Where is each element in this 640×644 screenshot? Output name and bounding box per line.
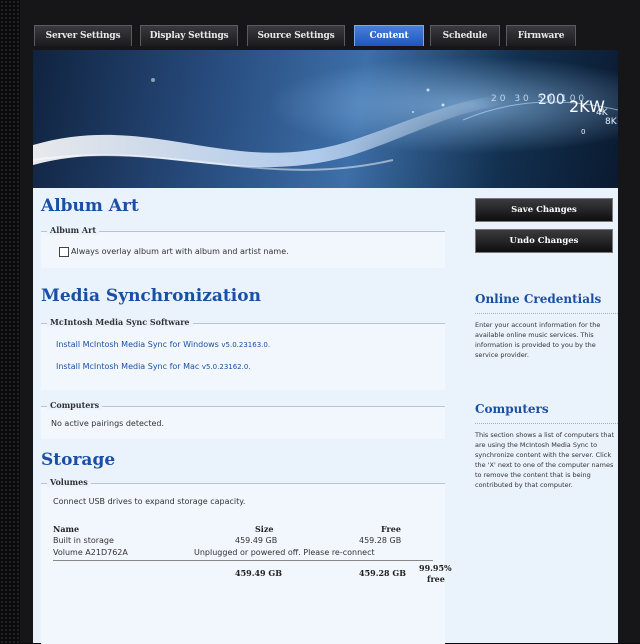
mac-install-link[interactable]: Install McIntosh Media Sync for Mac v5.0… bbox=[56, 362, 251, 371]
total-percent: 99.95% bbox=[419, 563, 452, 573]
online-credentials-rule bbox=[475, 313, 618, 314]
mac-version: v5.0.23162.0. bbox=[201, 363, 251, 371]
storage-note: Connect USB drives to expand storage cap… bbox=[53, 497, 246, 506]
overlay-checkbox[interactable] bbox=[59, 247, 69, 257]
tab-source-settings[interactable]: Source Settings bbox=[247, 25, 345, 46]
tab-bar: Server Settings Display Settings Source … bbox=[34, 22, 638, 48]
windows-link-label: Install McIntosh Media Sync for Windows bbox=[56, 340, 219, 349]
online-credentials-heading: Online Credentials bbox=[475, 292, 602, 306]
computers-side-text: This section shows a list of computers t… bbox=[475, 431, 615, 489]
computers-side-rule bbox=[475, 423, 618, 424]
banner-artwork bbox=[33, 50, 618, 188]
tab-display-settings[interactable]: Display Settings bbox=[140, 25, 238, 46]
col-header-name: Name bbox=[53, 524, 80, 534]
row-size: 459.49 GB bbox=[235, 536, 278, 545]
row-free: 459.28 GB bbox=[359, 536, 402, 545]
total-size: 459.49 GB bbox=[235, 568, 282, 578]
computers-legend: Computers bbox=[47, 400, 103, 410]
dial-label-200: 200 bbox=[538, 92, 565, 108]
album-art-fieldset: Album Art Always overlay album art with … bbox=[41, 225, 445, 268]
online-credentials-text: Enter your account information for the a… bbox=[475, 321, 601, 359]
windows-install-link[interactable]: Install McIntosh Media Sync for Windows … bbox=[56, 340, 270, 349]
windows-version: v5.0.23163.0. bbox=[221, 341, 271, 349]
computers-fieldset: Computers No active pairings detected. bbox=[41, 400, 445, 439]
pairings-status: No active pairings detected. bbox=[51, 419, 164, 428]
col-header-free: Free bbox=[381, 524, 401, 534]
dial-label-zero: 0 bbox=[581, 128, 586, 136]
row-status: Unplugged or powered off. Please re-conn… bbox=[194, 548, 375, 557]
computers-side-heading: Computers bbox=[475, 402, 549, 416]
overlay-checkbox-label: Always overlay album art with album and … bbox=[71, 247, 289, 256]
col-header-size: Size bbox=[255, 524, 274, 534]
save-changes-button[interactable]: Save Changes bbox=[475, 198, 613, 222]
volumes-fieldset: Volumes Connect USB drives to expand sto… bbox=[41, 477, 452, 644]
media-sync-fieldset: McIntosh Media Sync Software Install McI… bbox=[41, 317, 445, 390]
header-banner: 20 30 50 100 200 2KW 4K 8K 0 bbox=[33, 50, 618, 188]
total-percent-label: free bbox=[427, 574, 445, 584]
main-column: Album Art Album Art Always overlay album… bbox=[33, 188, 453, 644]
media-sync-heading: Media Synchronization bbox=[41, 286, 261, 306]
media-sync-legend: McIntosh Media Sync Software bbox=[47, 317, 193, 327]
content-page: 20 30 50 100 200 2KW 4K 8K 0 Album Art A… bbox=[33, 50, 618, 644]
tab-content[interactable]: Content bbox=[354, 25, 424, 46]
album-art-heading: Album Art bbox=[41, 196, 139, 216]
side-column: Save Changes Undo Changes Online Credent… bbox=[463, 188, 618, 643]
tab-schedule[interactable]: Schedule bbox=[430, 25, 500, 46]
dial-label-8k: 8K bbox=[605, 117, 617, 127]
storage-heading: Storage bbox=[41, 450, 116, 470]
album-art-legend: Album Art bbox=[47, 225, 100, 235]
mac-link-label: Install McIntosh Media Sync for Mac bbox=[56, 362, 200, 371]
row-name: Built in storage bbox=[53, 536, 114, 545]
total-free: 459.28 GB bbox=[359, 568, 406, 578]
volumes-legend: Volumes bbox=[47, 477, 91, 487]
row-name: Volume A21D762A bbox=[53, 548, 128, 557]
totals-divider bbox=[53, 560, 433, 561]
undo-changes-button[interactable]: Undo Changes bbox=[475, 229, 613, 253]
tab-firmware[interactable]: Firmware bbox=[506, 25, 576, 46]
tab-server-settings[interactable]: Server Settings bbox=[34, 25, 132, 46]
